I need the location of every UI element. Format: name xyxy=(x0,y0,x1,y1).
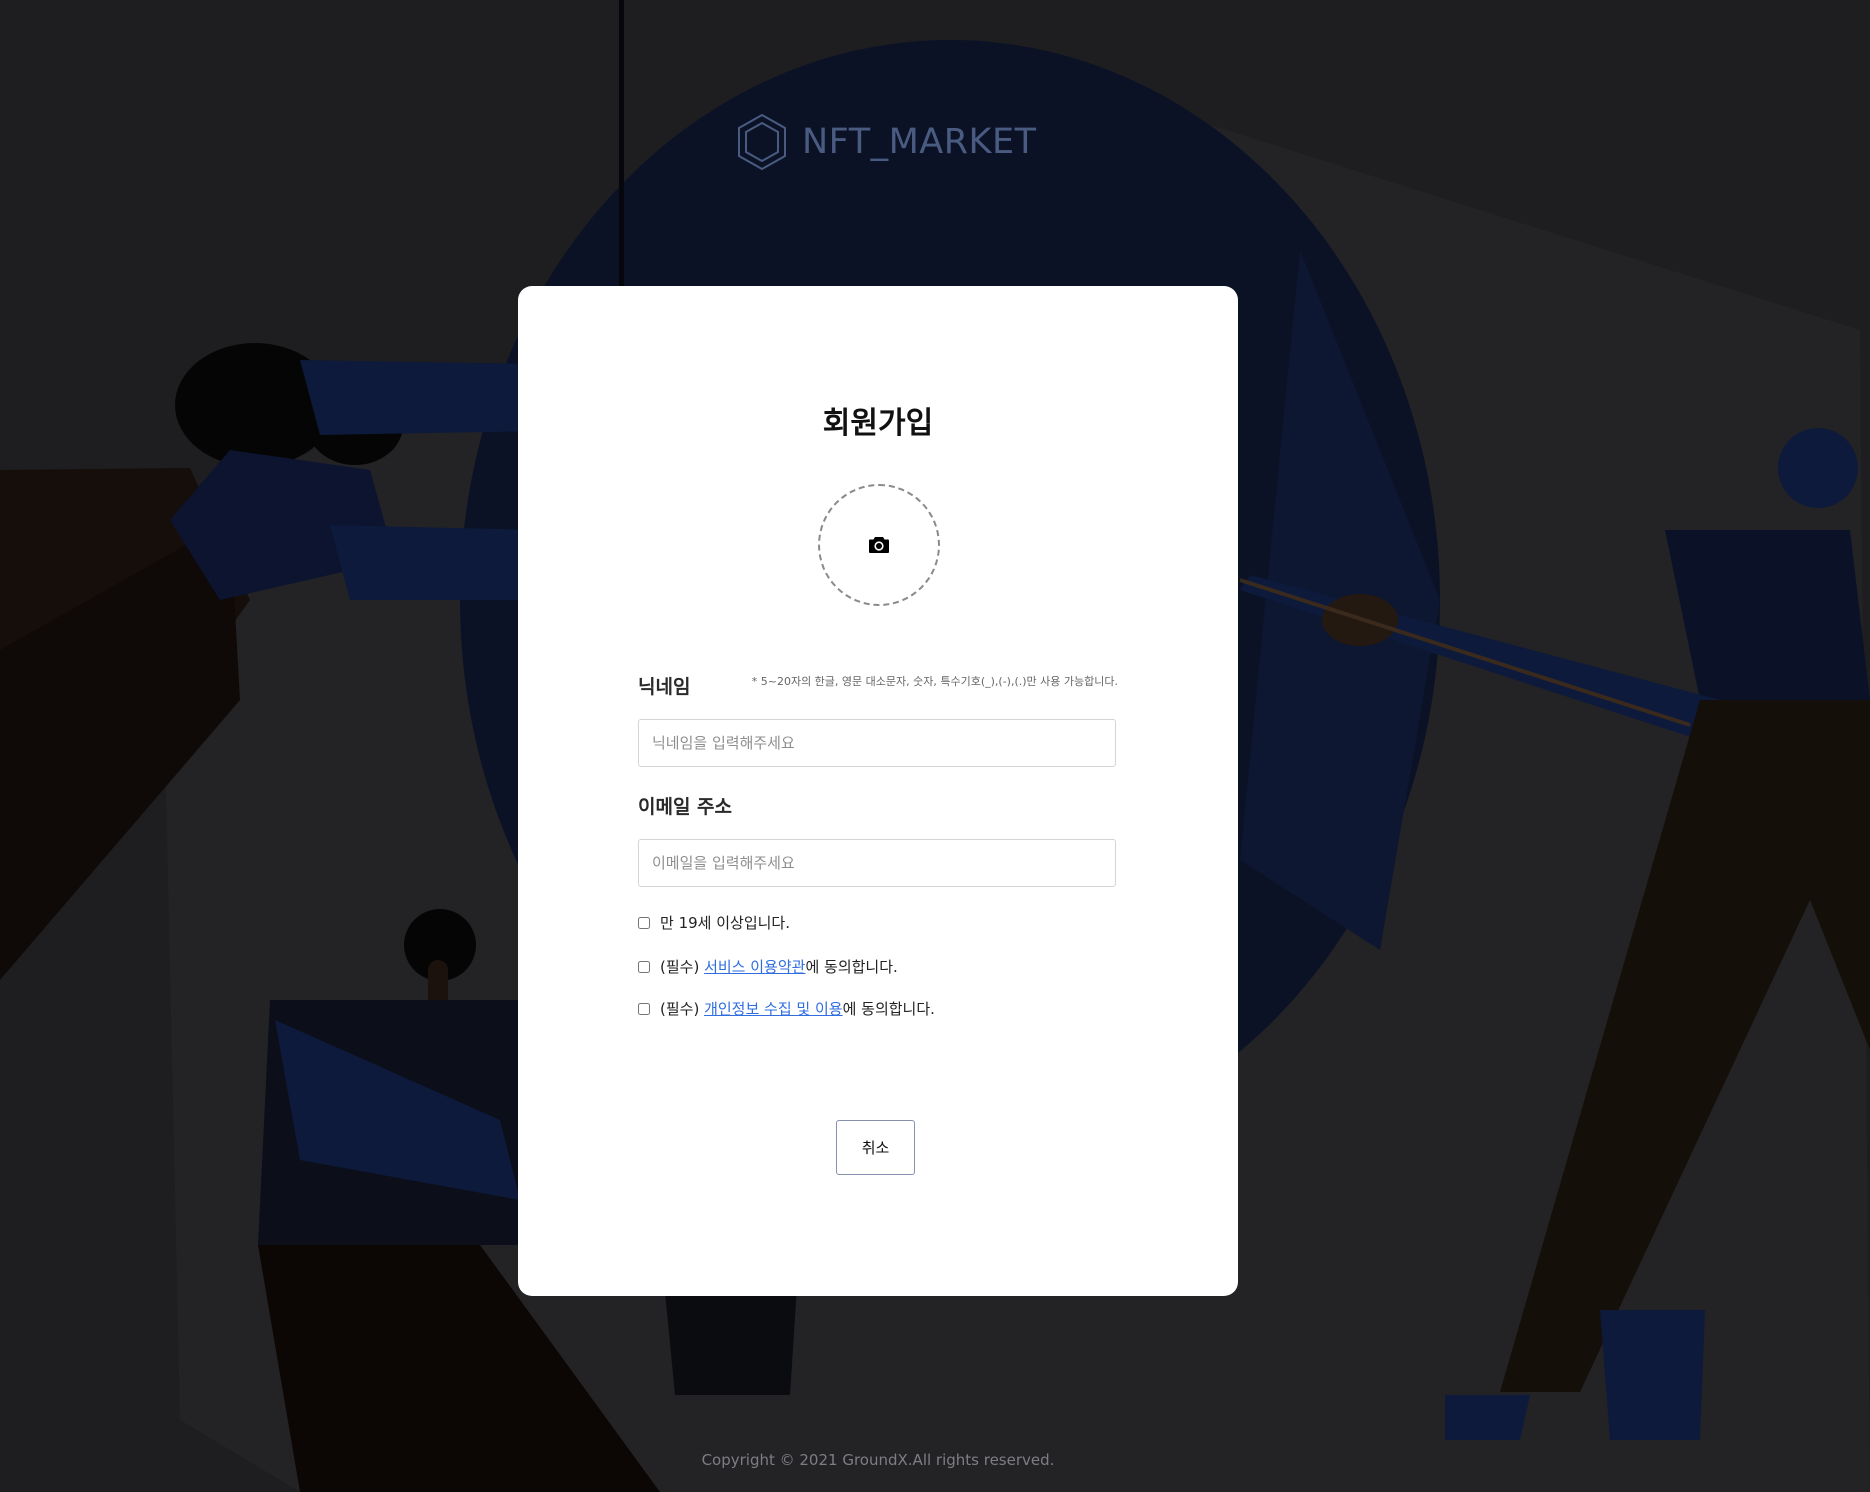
camera-icon xyxy=(869,537,889,553)
signup-card: 회원가입 닉네임 * 5~20자의 한글, 영문 대소문자, 숫자, 특수기호(… xyxy=(518,286,1238,1296)
age-check-row[interactable]: 만 19세 이상입니다. xyxy=(638,912,790,933)
terms-checkbox[interactable] xyxy=(638,960,650,973)
age-checkbox[interactable] xyxy=(638,916,650,929)
age-check-label: 만 19세 이상입니다. xyxy=(660,914,790,932)
terms-link[interactable]: 서비스 이용약관 xyxy=(704,956,805,977)
privacy-suffix: 에 동의합니다. xyxy=(842,1000,935,1018)
email-label: 이메일 주소 xyxy=(638,796,733,818)
page-title: 회원가입 xyxy=(822,406,934,441)
avatar-upload[interactable] xyxy=(818,484,940,606)
privacy-checkbox[interactable] xyxy=(638,1002,650,1015)
footer-copyright: Copyright © 2021 GroundX.All rights rese… xyxy=(701,1451,1055,1469)
cancel-button[interactable]: 취소 xyxy=(836,1120,915,1175)
brand-logo[interactable]: NFT_MARKET xyxy=(736,112,1036,172)
privacy-link[interactable]: 개인정보 수집 및 이용 xyxy=(704,998,843,1019)
nickname-label: 닉네임 xyxy=(638,676,691,698)
email-input[interactable] xyxy=(638,839,1116,887)
terms-suffix: 에 동의합니다. xyxy=(805,958,898,976)
terms-prefix: (필수) xyxy=(660,958,705,976)
privacy-check-row[interactable]: (필수) 개인정보 수집 및 이용 에 동의합니다. xyxy=(638,998,935,1019)
hexagon-logo-icon xyxy=(738,113,786,171)
terms-check-row[interactable]: (필수) 서비스 이용약관 에 동의합니다. xyxy=(638,956,898,977)
privacy-prefix: (필수) xyxy=(660,1000,705,1018)
brand-name: NFT_MARKET xyxy=(802,122,1037,162)
nickname-input[interactable] xyxy=(638,719,1116,767)
nickname-hint: * 5~20자의 한글, 영문 대소문자, 숫자, 특수기호(_),(-),(.… xyxy=(751,675,1118,688)
